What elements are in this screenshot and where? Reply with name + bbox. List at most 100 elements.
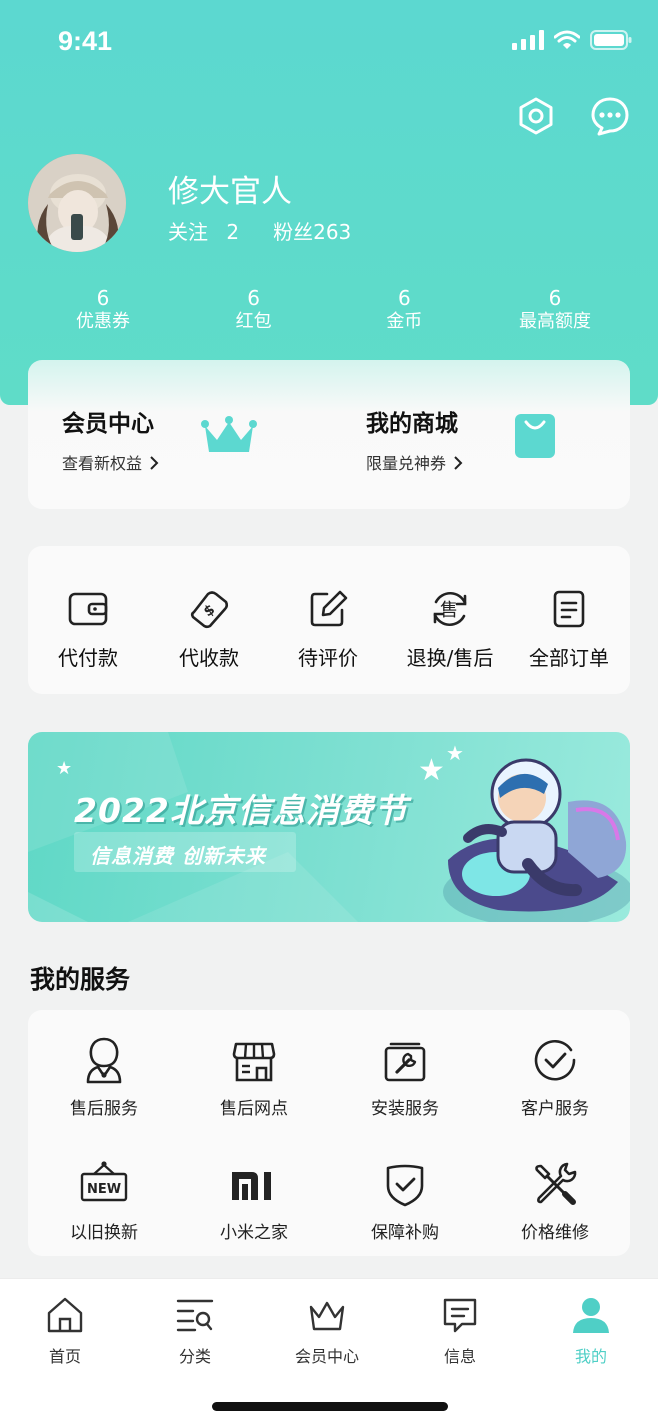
service-label: 售后网点: [220, 1099, 288, 1119]
service-after-sales[interactable]: 售后服务: [44, 1036, 164, 1119]
promo-banner[interactable]: ★ ★ ★ 2022北京信息消费节 信息消费 创新未来: [28, 732, 630, 922]
service-label: 价格维修: [521, 1223, 589, 1243]
stat-label: 优惠券: [76, 311, 130, 332]
services-card: 售后服务 售后网点 安装服务 客户服务 NEW 以旧换新 小米之家 保障补购 价…: [28, 1010, 630, 1256]
wallet-icon: [68, 592, 108, 626]
wifi-icon: [554, 30, 580, 49]
edit-icon: [310, 590, 348, 627]
service-protection[interactable]: 保障补购: [345, 1160, 465, 1243]
profile-icon: [573, 1298, 609, 1333]
my-mall-entry[interactable]: 我的商城 限量兑神券: [328, 360, 630, 509]
customer-service-person-icon: [86, 1037, 122, 1084]
stat-value: 6: [397, 286, 411, 310]
services-section-title: 我的服务: [30, 965, 131, 994]
tools-icon: [535, 1162, 577, 1205]
tab-label: 会员中心: [294, 1347, 359, 1366]
settings-icon[interactable]: [516, 96, 556, 136]
avatar[interactable]: [28, 154, 126, 252]
svg-text:售: 售: [440, 600, 458, 621]
banner-subtitle: 信息消费 创新未来: [90, 844, 266, 868]
tab-label: 我的: [574, 1347, 607, 1366]
check-circle-icon: [534, 1039, 576, 1081]
home-indicator: [212, 1402, 448, 1411]
service-label: 以旧换新: [70, 1223, 138, 1243]
member-center-sub-text: 查看新权益: [62, 454, 143, 473]
order-pending-review[interactable]: 待评价: [268, 588, 388, 671]
member-center-entry[interactable]: 会员中心 查看新权益: [28, 360, 328, 509]
top-actions: [516, 96, 630, 136]
order-label: 待评价: [298, 646, 358, 670]
service-label: 小米之家: [220, 1223, 288, 1243]
my-mall-sub: 限量兑神券: [366, 450, 463, 474]
tab-member-center[interactable]: 会员中心: [277, 1295, 377, 1367]
stats-row: 6 优惠券 6 红包 6 金币 6 最高额度: [28, 286, 630, 334]
tab-messages[interactable]: 信息: [410, 1295, 510, 1367]
tab-label: 分类: [178, 1347, 211, 1366]
mi-logo-icon: [232, 1172, 271, 1200]
order-label: 全部订单: [529, 646, 609, 670]
order-after-sale[interactable]: 售 退换/售后: [390, 588, 510, 671]
order-label: 代收款: [179, 646, 239, 670]
new-sign-icon: NEW: [80, 1161, 128, 1202]
tab-label: 信息: [443, 1347, 476, 1366]
service-label: 客户服务: [521, 1099, 589, 1119]
chevron-right-icon: [454, 456, 463, 470]
order-pending-receipt[interactable]: $ 代收款: [149, 588, 269, 671]
stat-coins[interactable]: 6 金币: [329, 286, 479, 334]
order-pending-payment[interactable]: 代付款: [28, 588, 148, 671]
service-price-repair[interactable]: 价格维修: [495, 1160, 615, 1243]
status-bar: 9:41: [0, 0, 658, 88]
service-trade-in[interactable]: NEW 以旧换新: [44, 1160, 164, 1243]
shopping-bag-icon: [515, 414, 555, 458]
follow-label: 关注: [168, 220, 208, 244]
stat-coupons[interactable]: 6 优惠券: [28, 286, 178, 334]
stat-value: 6: [96, 286, 110, 310]
stat-label: 金币: [386, 311, 423, 332]
banner-title: 2022北京信息消费节: [74, 791, 408, 830]
order-all[interactable]: 全部订单: [509, 588, 629, 671]
member-card: 会员中心 查看新权益 我的商城 限量兑神券: [28, 360, 630, 509]
svg-text:★: ★: [418, 753, 445, 788]
my-mall-sub-text: 限量兑神券: [366, 454, 447, 473]
store-icon: [232, 1042, 276, 1082]
new-badge-text: NEW: [87, 1182, 121, 1197]
stat-red-packets[interactable]: 6 红包: [179, 286, 329, 334]
avatar-image: [28, 154, 126, 252]
crown-icon: [309, 1301, 345, 1331]
follow-row: 关注 2 粉丝263: [168, 216, 351, 245]
svg-text:★: ★: [56, 758, 72, 779]
chat-icon[interactable]: [590, 96, 630, 136]
service-label: 保障补购: [371, 1223, 439, 1243]
service-mi-home[interactable]: 小米之家: [194, 1160, 314, 1243]
member-center-sub: 查看新权益: [62, 450, 159, 474]
signal-icon: [512, 30, 544, 50]
fans-stat[interactable]: 粉丝263: [273, 216, 351, 245]
service-customer[interactable]: 客户服务: [495, 1036, 615, 1119]
tab-category[interactable]: 分类: [145, 1295, 245, 1367]
service-outlets[interactable]: 售后网点: [194, 1036, 314, 1119]
chevron-right-icon: [150, 456, 159, 470]
shield-check-icon: [386, 1164, 424, 1207]
stat-value: 6: [548, 286, 562, 310]
order-label: 退换/售后: [406, 646, 494, 670]
tab-label: 首页: [48, 1347, 81, 1366]
order-label: 代付款: [58, 646, 118, 670]
stat-max-limit[interactable]: 6 最高额度: [480, 286, 630, 334]
stat-value: 6: [247, 286, 261, 310]
svg-text:$: $: [201, 602, 218, 621]
tab-home[interactable]: 首页: [15, 1295, 115, 1367]
follow-count: 2: [226, 220, 240, 244]
status-icons: [512, 30, 632, 50]
wrench-icon: [384, 1042, 426, 1082]
message-icon: [443, 1298, 477, 1333]
tab-profile[interactable]: 我的: [541, 1295, 641, 1367]
money-icon: $: [190, 591, 229, 629]
home-icon: [47, 1297, 83, 1333]
service-label: 售后服务: [70, 1099, 138, 1119]
orders-card: 代付款 $ 代收款 待评价 售 退换/售后 全部订单: [28, 546, 630, 694]
service-installation[interactable]: 安装服务: [345, 1036, 465, 1119]
crown-icon: [201, 416, 257, 452]
svg-text:★: ★: [446, 741, 464, 765]
follow-stat[interactable]: 关注 2: [168, 216, 239, 245]
my-mall-title: 我的商城: [366, 411, 458, 437]
